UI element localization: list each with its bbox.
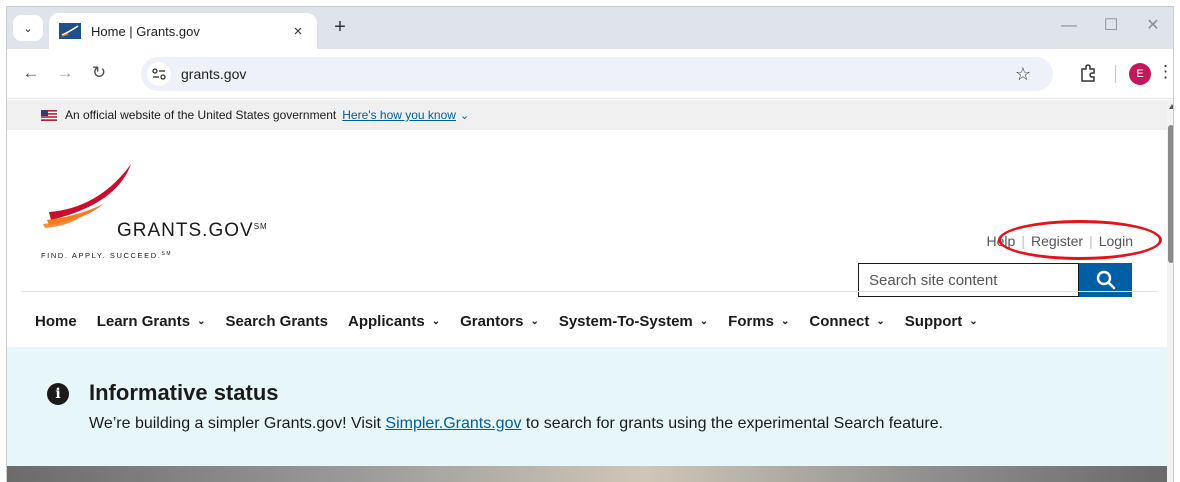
alert-body-prefix: We’re building a simpler Grants.gov! Vis… (89, 415, 386, 432)
nav-label: Applicants (348, 312, 425, 330)
tab-active[interactable]: Home | Grants.gov × (49, 13, 317, 49)
brand-mark: SM (253, 222, 268, 231)
alert-title: Informative status (89, 380, 279, 405)
forward-arrow-icon[interactable]: → (55, 64, 75, 82)
tab-strip: ⌄ Home | Grants.gov × + — ☐ ✕ (7, 7, 1173, 49)
nav-divider (21, 291, 1157, 292)
nav-label: Search Grants (225, 312, 328, 330)
scroll-up-arrow[interactable] (1169, 104, 1173, 109)
extensions-icon[interactable] (1077, 62, 1099, 84)
util-separator: | (1021, 233, 1025, 249)
search-icon (1096, 270, 1115, 290)
minimize-button[interactable]: — (1059, 18, 1079, 34)
nav-label: Learn Grants (96, 312, 191, 330)
nav-forms[interactable]: Forms ⌄ (718, 313, 799, 330)
main-nav: Home Learn Grants ⌄ Search Grants Applica… (25, 310, 988, 332)
tab-search-icon[interactable]: ⌄ (13, 15, 43, 41)
reload-icon[interactable]: ↻ (89, 64, 109, 82)
bookmark-star-icon[interactable]: ☆ (1015, 64, 1031, 85)
login-link[interactable]: Login (1099, 233, 1133, 249)
tab-close-button[interactable]: × (289, 23, 307, 40)
nav-applicants[interactable]: Applicants ⌄ (338, 313, 450, 330)
tagline-mark: SM (161, 251, 173, 257)
browser-toolbar: ← → ↻ grants.gov ☆ E ⋮ (7, 49, 1173, 99)
new-tab-button[interactable]: + (329, 17, 351, 37)
gov-banner-text: An official website of the United States… (65, 108, 337, 122)
nav-grantors[interactable]: Grantors ⌄ (450, 313, 549, 330)
brand-name[interactable]: GRANTS.GOVSM (117, 220, 268, 242)
site-info-icon[interactable] (147, 62, 171, 86)
us-flag-icon (41, 109, 57, 121)
util-separator: | (1089, 233, 1093, 249)
nav-label: Support (904, 312, 963, 330)
alert-body: We’re building a simpler Grants.gov! Vis… (89, 415, 943, 433)
nav-learn-grants[interactable]: Learn Grants ⌄ (87, 313, 216, 330)
profile-avatar[interactable]: E (1129, 63, 1151, 85)
tagline-text: FIND. APPLY. SUCCEED. (41, 251, 162, 260)
nav-system-to-system[interactable]: System-To-System ⌄ (549, 313, 718, 330)
nav-home[interactable]: Home (25, 313, 87, 330)
hero-image (7, 466, 1167, 482)
nav-search-grants[interactable]: Search Grants (215, 313, 338, 330)
alert-body-suffix: to search for grants using the experimen… (521, 415, 944, 432)
nav-label: Connect (809, 312, 870, 330)
register-link[interactable]: Register (1031, 233, 1083, 249)
chevron-down-icon: ⌄ (876, 315, 885, 327)
browser-window: ⌄ Home | Grants.gov × + — ☐ ✕ ← → ↻ gran… (6, 6, 1174, 482)
tab-title: Home | Grants.gov (91, 23, 200, 39)
nav-support[interactable]: Support ⌄ (895, 313, 988, 330)
chevron-down-icon: ⌄ (431, 315, 441, 327)
address-bar[interactable]: grants.gov ☆ (141, 57, 1053, 91)
heres-how-you-know-link[interactable]: Here's how you know (342, 108, 456, 122)
grants-favicon-icon (59, 23, 81, 39)
menu-kebab-icon[interactable]: ⋮ (1157, 62, 1173, 82)
window-close-button[interactable]: ✕ (1143, 18, 1163, 34)
url-text[interactable]: grants.gov (181, 66, 246, 82)
chevron-down-icon: ⌄ (530, 315, 539, 327)
gov-banner: An official website of the United States… (7, 100, 1167, 130)
nav-label: Grantors (460, 312, 524, 330)
status-alert: i Informative status We’re building a si… (7, 347, 1167, 466)
help-link[interactable]: Help (987, 233, 1016, 249)
tagline: FIND. APPLY. SUCCEED.SM (41, 251, 172, 260)
info-circle-icon: i (47, 383, 69, 405)
simpler-grants-link[interactable]: Simpler.Grants.gov (385, 415, 521, 432)
back-arrow-icon[interactable]: ← (21, 64, 41, 82)
web-page: An official website of the United States… (7, 100, 1167, 482)
nav-label: Forms (728, 312, 774, 330)
chevron-down-icon: ⌄ (699, 315, 709, 327)
chevron-down-icon: ⌄ (197, 315, 206, 327)
site-header: GRANTS.GOVSM FIND. APPLY. SUCCEED.SM Hel… (7, 130, 1167, 297)
chevron-down-icon: ⌄ (969, 315, 978, 327)
nav-label: Home (35, 312, 77, 330)
maximize-button[interactable]: ☐ (1101, 18, 1121, 34)
nav-label: System-To-System (558, 312, 693, 330)
chevron-down-icon: ⌄ (781, 315, 790, 327)
brand-text: GRANTS.GOV (117, 220, 254, 241)
chevron-down-icon[interactable]: ⌄ (460, 109, 469, 122)
utility-links: Help | Register | Login (987, 233, 1133, 249)
toolbar-divider (1115, 65, 1116, 83)
nav-connect[interactable]: Connect ⌄ (799, 313, 894, 330)
scrollbar-thumb[interactable] (1168, 125, 1173, 263)
